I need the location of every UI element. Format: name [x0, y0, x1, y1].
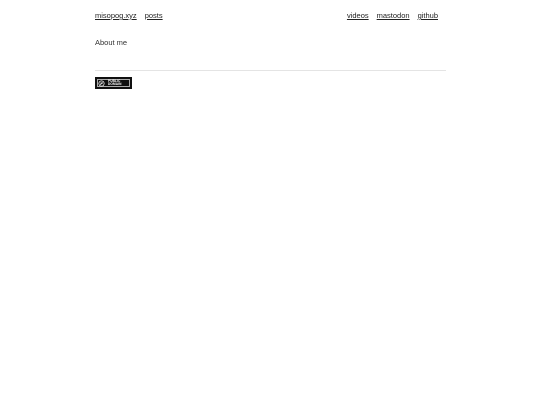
badge-text: PUBLIC DOMAIN [108, 79, 131, 87]
site-home-link[interactable]: misopog.xyz [95, 11, 137, 21]
page-container: misopog.xyz posts videos mastodon github… [95, 0, 446, 89]
public-domain-icon: P [98, 79, 105, 87]
nav-left: misopog.xyz posts [95, 11, 163, 21]
footer-divider [95, 70, 446, 71]
main-content: About me [95, 38, 128, 47]
public-domain-badge[interactable]: P PUBLIC DOMAIN [95, 77, 132, 89]
top-navigation: misopog.xyz posts videos mastodon github [95, 11, 446, 35]
videos-link[interactable]: videos [347, 11, 369, 21]
mastodon-link[interactable]: mastodon [377, 11, 410, 21]
github-link[interactable]: github [418, 11, 438, 21]
nav-right: videos mastodon github [347, 11, 438, 21]
page: misopog.xyz posts videos mastodon github… [0, 0, 540, 405]
posts-link[interactable]: posts [145, 11, 163, 21]
badge-text-line2: DOMAIN [108, 82, 122, 87]
